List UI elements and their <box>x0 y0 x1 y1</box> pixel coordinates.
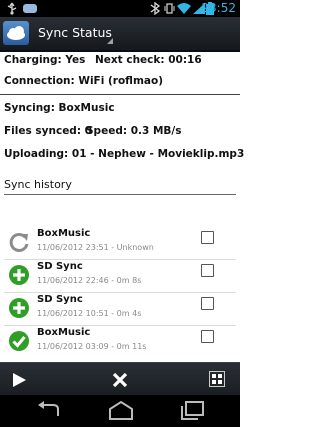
action-bar: Sync Status <box>0 17 240 52</box>
history-item-checkbox[interactable] <box>201 231 214 244</box>
history-item-detail: 11/06/2012 23:51 - Unknown <box>37 243 154 252</box>
divider <box>0 94 240 95</box>
history-item-checkbox[interactable] <box>201 330 214 343</box>
history-item-detail: 11/06/2012 10:51 - 0m 4s <box>37 309 142 318</box>
charging-status: Charging: Yes <box>4 54 86 66</box>
history-item[interactable]: SD Sync 11/06/2012 22:46 - 0m 8s <box>0 260 240 293</box>
plus-icon <box>9 298 29 318</box>
history-item-name: BoxMusic <box>37 228 91 239</box>
history-item-name: SD Sync <box>37 261 83 272</box>
history-item[interactable]: BoxMusic 11/06/2012 23:51 - Unknown <box>0 227 240 260</box>
recent-apps-icon[interactable] <box>177 400 207 422</box>
history-item-checkbox[interactable] <box>201 264 214 277</box>
files-synced: Files synced: 0 <box>4 125 92 137</box>
next-check: Next check: 00:16 <box>95 54 202 66</box>
section-divider <box>4 194 236 195</box>
bluetooth-icon <box>150 2 161 15</box>
sync-notification-icon <box>23 4 37 13</box>
checkmark-icon <box>9 331 29 351</box>
syncing-status: Syncing: BoxMusic <box>4 102 115 114</box>
page-title[interactable]: Sync Status <box>38 25 112 40</box>
cancel-icon[interactable] <box>111 371 129 389</box>
history-item[interactable]: BoxMusic 11/06/2012 03:09 - 0m 11s <box>0 326 240 359</box>
play-icon[interactable] <box>10 371 28 389</box>
system-nav-bar <box>0 395 240 427</box>
back-icon[interactable] <box>34 400 64 422</box>
dropdown-indicator-icon[interactable] <box>107 38 113 44</box>
usb-icon <box>7 2 17 15</box>
app-logo-icon[interactable] <box>3 21 29 45</box>
transfer-speed: Speed: 0.3 MB/s <box>86 125 182 137</box>
home-icon[interactable] <box>106 400 136 422</box>
bottom-action-bar <box>0 362 240 396</box>
uploading-file: Uploading: 01 - Nephew - Movieklip.mp3 <box>4 148 245 160</box>
history-item-detail: 11/06/2012 22:46 - 0m 8s <box>37 276 142 285</box>
sync-history-title: Sync history <box>4 178 72 191</box>
history-item[interactable]: SD Sync 11/06/2012 10:51 - 0m 4s <box>0 293 240 326</box>
plus-icon <box>9 265 29 285</box>
history-item-checkbox[interactable] <box>201 297 214 310</box>
refresh-icon <box>9 232 29 252</box>
status-time: 23:52 <box>201 1 236 15</box>
wifi-icon <box>177 3 191 14</box>
select-all-icon[interactable] <box>209 371 225 387</box>
history-item-detail: 11/06/2012 03:09 - 0m 11s <box>37 342 147 351</box>
vibrate-icon <box>164 3 175 14</box>
status-bar: 23:52 <box>0 0 240 17</box>
connection-status: Connection: WiFi (roflmao) <box>4 75 163 87</box>
history-item-name: BoxMusic <box>37 327 91 338</box>
history-item-name: SD Sync <box>37 294 83 305</box>
